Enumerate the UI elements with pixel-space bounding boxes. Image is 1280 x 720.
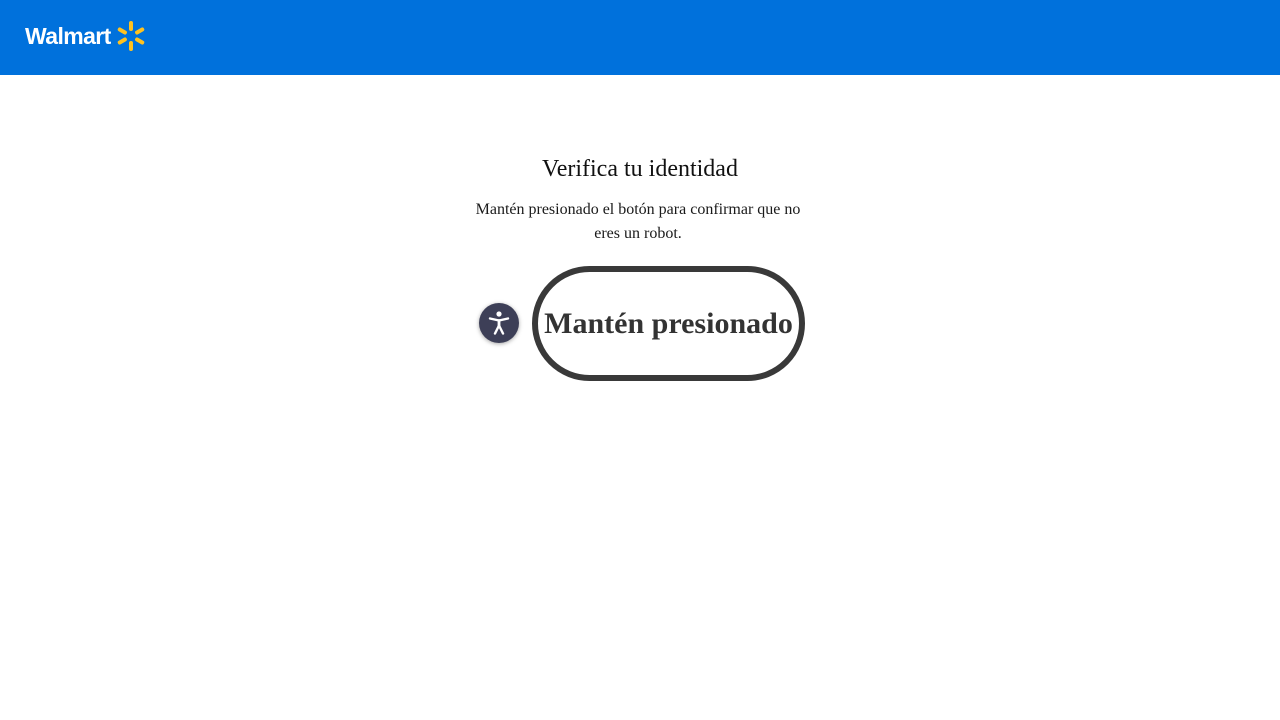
instructions-text: Mantén presionado el botón para confirma… (475, 201, 801, 242)
accessibility-icon (488, 311, 510, 335)
page-title: Verifica tu identidad (542, 156, 738, 182)
press-and-hold-button[interactable]: Mantén presionado (532, 266, 805, 381)
logo-text: Walmart (25, 23, 111, 49)
hold-button-label: Mantén presionado (544, 306, 793, 340)
verification-panel: Verifica tu identidad Mantén presionado … (0, 75, 1280, 720)
spark-icon (117, 21, 144, 51)
walmart-logo[interactable]: Walmart (25, 19, 147, 53)
accessibility-button[interactable] (479, 303, 519, 343)
site-header: Walmart (0, 0, 1280, 75)
